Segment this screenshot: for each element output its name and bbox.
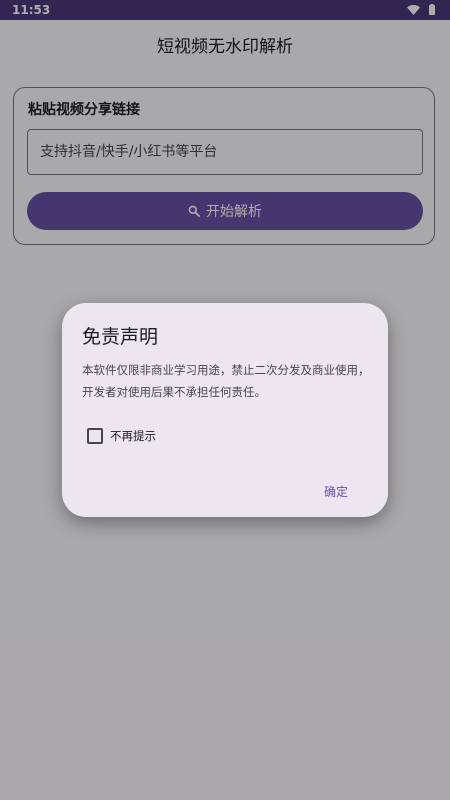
disclaimer-dialog: 免责声明 本软件仅限非商业学习用途，禁止二次分发及商业使用，开发者对使用后果不承… [62,303,388,517]
dialog-title: 免责声明 [82,326,159,348]
checkbox-box[interactable] [87,428,103,444]
dont-show-again-checkbox[interactable]: 不再提示 [87,428,156,444]
checkbox-label: 不再提示 [110,429,156,443]
app-screen: 11:53 短视频无水印解析 粘贴视频分享链接 支持抖音/快手/小红书等平台 开… [0,0,450,800]
confirm-button[interactable]: 确定 [318,479,354,504]
dialog-body: 本软件仅限非商业学习用途，禁止二次分发及商业使用，开发者对使用后果不承担任何责任… [82,363,370,399]
